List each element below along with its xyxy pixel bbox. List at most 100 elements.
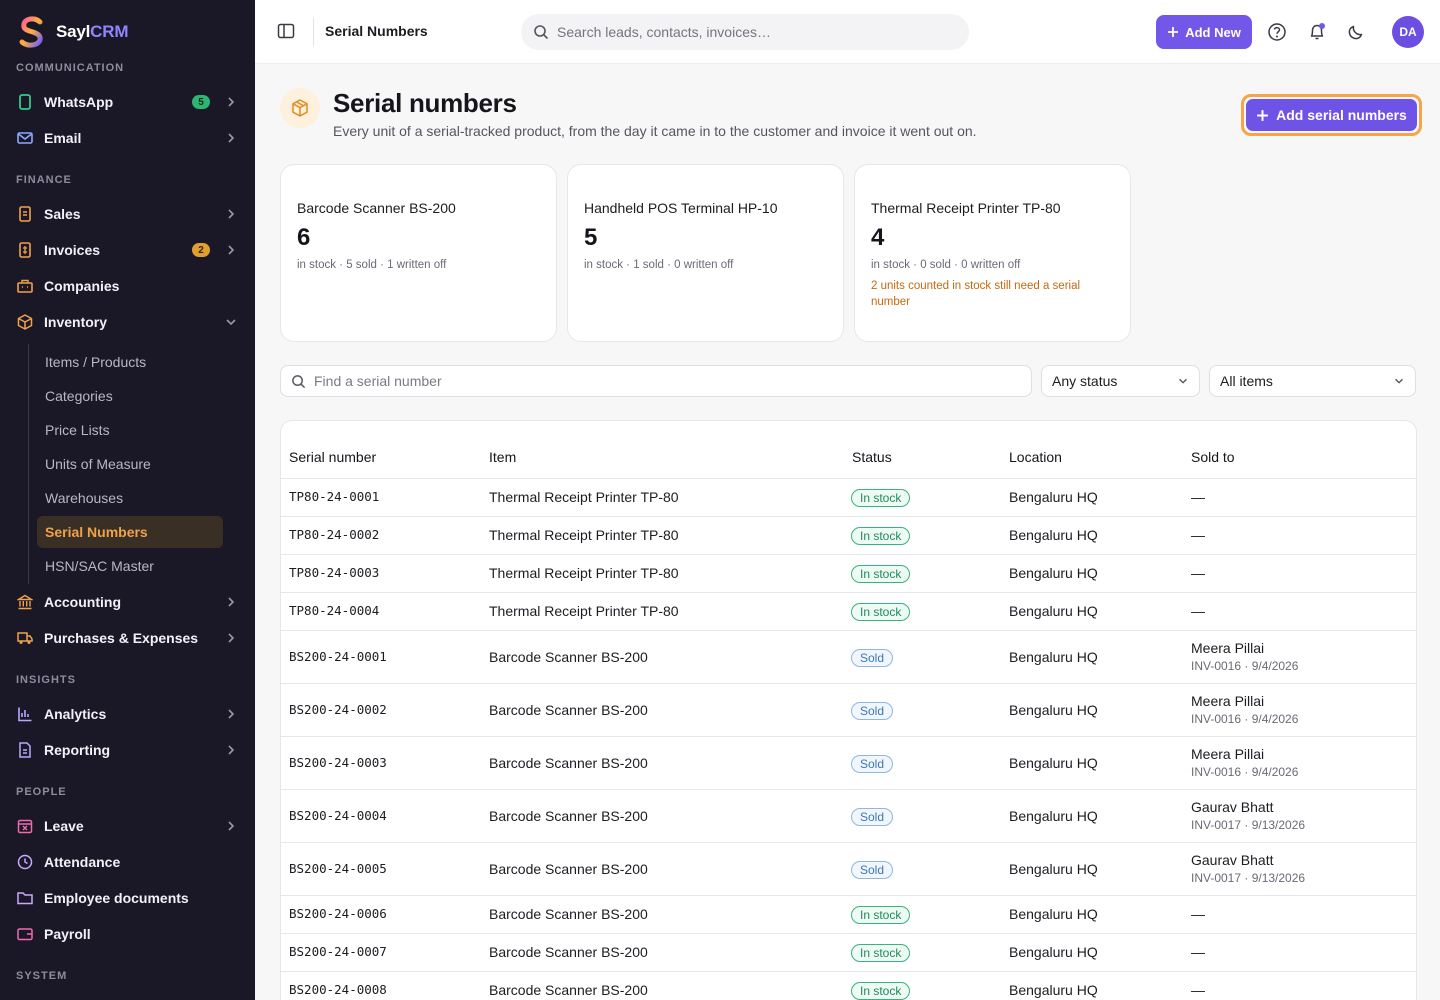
sidebar-subitem-warehouses[interactable]: Warehouses [37, 482, 223, 514]
buyer-name[interactable]: Meera Pillai [1191, 640, 1298, 656]
col-header-location[interactable]: Location [1009, 449, 1062, 465]
table-row[interactable]: BS200-24-0008 Barcode Scanner BS-200 In st… [281, 972, 1416, 1000]
buyer-name[interactable]: Gaurav Bhatt [1191, 852, 1305, 868]
cell-sold-to: — [1191, 603, 1205, 619]
sidebar-item-accounting[interactable]: Accounting [8, 585, 246, 619]
sidebar-item-label: Reporting [44, 742, 111, 758]
serial-search[interactable] [280, 365, 1032, 397]
table-row[interactable]: BS200-24-0001 Barcode Scanner BS-200 Sold B… [281, 631, 1416, 684]
col-header-item[interactable]: Item [489, 449, 516, 465]
user-avatar[interactable]: DA [1392, 16, 1424, 48]
buyer-name[interactable]: Gaurav Bhatt [1191, 799, 1305, 815]
buyer-name[interactable]: Meera Pillai [1191, 693, 1298, 709]
item-filter-select[interactable]: All items [1209, 365, 1416, 397]
card-in-stock-count: 5 [584, 224, 598, 251]
cell-serial[interactable]: BS200-24-0004 [289, 808, 387, 823]
cell-serial[interactable]: BS200-24-0006 [289, 906, 387, 921]
table-row[interactable]: BS200-24-0005 Barcode Scanner BS-200 Sold B… [281, 843, 1416, 896]
help-icon[interactable] [1267, 22, 1287, 42]
sidebar-item-purchases-expenses[interactable]: Purchases & Expenses [8, 621, 246, 655]
col-header-serial[interactable]: Serial number [289, 449, 376, 465]
card-in-stock-count: 6 [297, 224, 311, 251]
sidebar-item-label: Analytics [44, 706, 107, 722]
cell-serial[interactable]: TP80-24-0003 [289, 565, 379, 580]
sidebar-item-invoices[interactable]: Invoices 2 [8, 233, 246, 267]
cell-serial[interactable]: BS200-24-0008 [289, 982, 387, 997]
serial-search-input[interactable] [314, 373, 994, 389]
section-communication: COMMUNICATION [16, 62, 125, 74]
cell-serial[interactable]: BS200-24-0007 [289, 944, 387, 959]
status-badge: In stock [851, 489, 911, 507]
table-row[interactable]: BS200-24-0007 Barcode Scanner BS-200 In st… [281, 934, 1416, 972]
table-row[interactable]: TP80-24-0004 Thermal Receipt Printer TP-8… [281, 593, 1416, 631]
buyer-name[interactable]: Meera Pillai [1191, 746, 1298, 762]
table-row[interactable]: TP80-24-0003 Thermal Receipt Printer TP-8… [281, 555, 1416, 593]
sidebar-item-payroll[interactable]: Payroll [8, 917, 246, 951]
table-row[interactable]: BS200-24-0003 Barcode Scanner BS-200 Sold B… [281, 737, 1416, 790]
cell-location: Bengaluru HQ [1009, 982, 1098, 998]
card-stock-meta: in stock · 0 sold · 0 written off [871, 259, 1021, 271]
col-header-sold-to[interactable]: Sold to [1191, 449, 1235, 465]
section-people: PEOPLE [16, 786, 67, 798]
sidebar-item-employee-documents[interactable]: Employee documents [8, 881, 246, 915]
moon-icon[interactable] [1346, 22, 1366, 42]
cell-serial[interactable]: BS200-24-0001 [289, 649, 387, 664]
invoice-ref[interactable]: INV-0016 · 9/4/2026 [1191, 712, 1298, 726]
cell-serial[interactable]: TP80-24-0002 [289, 527, 379, 542]
col-header-status[interactable]: Status [852, 449, 892, 465]
sidebar-item-label: WhatsApp [44, 94, 114, 110]
sidebar-item-reporting[interactable]: Reporting [8, 733, 246, 767]
global-search-input[interactable] [557, 24, 937, 40]
cell-location: Bengaluru HQ [1009, 489, 1098, 505]
summary-card: Barcode Scanner BS-200 6 in stock · 5 so… [280, 164, 557, 342]
chevron-down-icon [1395, 378, 1403, 384]
sidebar-subitem-units-of-measure[interactable]: Units of Measure [37, 448, 223, 480]
sidebar-subitem-hsn-sac-master[interactable]: HSN/SAC Master [37, 550, 223, 582]
sidebar-item-label: Purchases & Expenses [44, 630, 199, 646]
sidebar-subitem-items-products[interactable]: Items / Products [37, 346, 223, 378]
invoice-ref[interactable]: INV-0016 · 9/4/2026 [1191, 659, 1298, 673]
clock-icon [16, 853, 34, 871]
sidebar-item-companies[interactable]: Companies [8, 269, 246, 303]
sidebar-item-attendance[interactable]: Attendance [8, 845, 246, 879]
cell-serial[interactable]: BS200-24-0002 [289, 702, 387, 717]
brand[interactable]: SaylCRM [18, 16, 128, 48]
calendar-x-icon [16, 817, 34, 835]
status-badge: In stock [851, 982, 911, 1000]
truck-icon [16, 629, 34, 647]
section-insights: INSIGHTS [16, 674, 76, 686]
bell-icon[interactable] [1307, 22, 1327, 42]
sidebar-item-sales[interactable]: Sales [8, 197, 246, 231]
invoice-ref[interactable]: INV-0017 · 9/13/2026 [1191, 871, 1305, 885]
mail-icon [16, 129, 34, 147]
global-search[interactable] [521, 14, 969, 50]
bar-chart-icon [16, 705, 34, 723]
add-new-button[interactable]: Add New [1156, 15, 1252, 49]
sidebar-item-analytics[interactable]: Analytics [8, 697, 246, 731]
cell-serial[interactable]: TP80-24-0004 [289, 603, 379, 618]
sidebar-item-whatsapp[interactable]: WhatsApp 5 [8, 85, 246, 119]
cell-sold-to: Meera Pillai INV-0016 · 9/4/2026 [1191, 746, 1298, 779]
add-serial-numbers-button[interactable]: Add serial numbers [1241, 94, 1422, 136]
status-filter-select[interactable]: Any status [1041, 365, 1200, 397]
page-title: Serial numbers [333, 88, 517, 118]
table-row[interactable]: BS200-24-0004 Barcode Scanner BS-200 Sold B… [281, 790, 1416, 843]
sidebar-subitem-serial-numbers[interactable]: Serial Numbers [37, 516, 223, 548]
sidebar-subitem-categories[interactable]: Categories [37, 380, 223, 412]
cell-serial[interactable]: BS200-24-0003 [289, 755, 387, 770]
search-icon [534, 25, 549, 40]
invoice-ref[interactable]: INV-0017 · 9/13/2026 [1191, 818, 1305, 832]
cell-serial[interactable]: BS200-24-0005 [289, 861, 387, 876]
sidebar-subitem-price-lists[interactable]: Price Lists [37, 414, 223, 446]
cell-serial[interactable]: TP80-24-0001 [289, 489, 379, 504]
table-row[interactable]: TP80-24-0001 Thermal Receipt Printer TP-8… [281, 479, 1416, 517]
table-row[interactable]: BS200-24-0002 Barcode Scanner BS-200 Sold B… [281, 684, 1416, 737]
box-icon [16, 313, 34, 331]
table-row[interactable]: BS200-24-0006 Barcode Scanner BS-200 In st… [281, 896, 1416, 934]
sidebar-toggle-icon[interactable] [277, 22, 295, 40]
invoice-ref[interactable]: INV-0016 · 9/4/2026 [1191, 765, 1298, 779]
sidebar-item-inventory[interactable]: Inventory [8, 305, 246, 339]
sidebar-item-leave[interactable]: Leave [8, 809, 246, 843]
table-row[interactable]: TP80-24-0002 Thermal Receipt Printer TP-8… [281, 517, 1416, 555]
sidebar-item-email[interactable]: Email [8, 121, 246, 155]
